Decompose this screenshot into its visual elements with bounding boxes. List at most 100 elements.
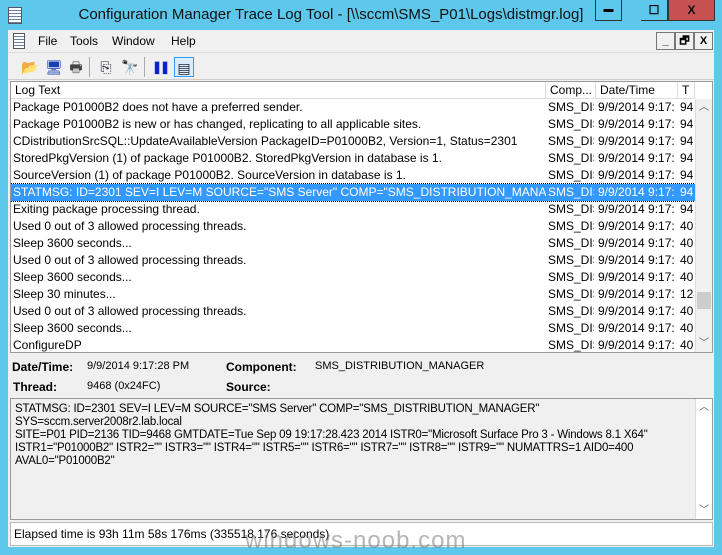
log-row[interactable]: Sleep 30 minutes... SMS_DIS 9/9/2014 9:17:… xyxy=(11,286,695,303)
log-row[interactable]: Exiting package processing thread. SMS_DI… xyxy=(11,201,695,218)
scroll-up-arrow[interactable]: ︿ xyxy=(696,99,712,116)
column-component[interactable]: Comp... xyxy=(546,82,596,99)
date-cell: 9/9/2014 9:17: xyxy=(598,100,675,114)
column-date-time[interactable]: Date/Time xyxy=(596,82,678,99)
open-folder-icon[interactable]: 📂 xyxy=(20,57,40,77)
date-cell: 9/9/2014 9:17: xyxy=(598,270,675,284)
component-cell: SMS_DIS xyxy=(548,236,594,250)
thread-cell: 402 xyxy=(680,321,694,335)
scroll-up-arrow[interactable]: ︿ xyxy=(696,399,712,416)
log-text-cell: Sleep 30 minutes... xyxy=(13,287,116,301)
date-cell: 9/9/2014 9:17: xyxy=(598,117,675,131)
date-cell: 9/9/2014 9:17: xyxy=(598,185,675,199)
log-text-cell: STATMSG: ID=2301 SEV=I LEV=M SOURCE="SMS… xyxy=(13,185,546,199)
date-cell: 9/9/2014 9:17: xyxy=(598,321,675,335)
thread-cell: 402 xyxy=(680,270,694,284)
log-text-cell: ConfigureDP xyxy=(13,338,82,352)
thread-cell: 946 xyxy=(680,117,694,131)
component-cell: SMS_DIS xyxy=(548,117,594,131)
date-cell: 9/9/2014 9:17: xyxy=(598,202,675,216)
log-text-cell: Sleep 3600 seconds... xyxy=(13,236,132,250)
log-row[interactable]: StoredPkgVersion (1) of package P01000B2… xyxy=(11,150,695,167)
log-row[interactable]: Used 0 out of 3 allowed processing threa… xyxy=(11,303,695,320)
component-cell: SMS_DIS xyxy=(548,202,594,216)
date-cell: 9/9/2014 9:17: xyxy=(598,287,675,301)
log-text-cell: Used 0 out of 3 allowed processing threa… xyxy=(13,219,247,233)
message-scrollbar[interactable]: ︿ ﹀ xyxy=(695,399,712,519)
pause-icon[interactable]: ❚❚ xyxy=(150,57,170,77)
maximize-button[interactable]: ☐ xyxy=(641,0,668,21)
thread-cell: 946 xyxy=(680,168,694,182)
list-scrollbar[interactable]: ︿ ﹀ xyxy=(695,99,712,352)
log-row[interactable]: CDistributionSrcSQL::UpdateAvailableVers… xyxy=(11,133,695,150)
date-cell: 9/9/2014 9:17: xyxy=(598,151,675,165)
thread-cell: 946 xyxy=(680,134,694,148)
column-log-text[interactable]: Log Text xyxy=(11,82,546,99)
date-cell: 9/9/2014 9:17: xyxy=(598,253,675,267)
scroll-thumb[interactable] xyxy=(697,292,711,309)
mdi-restore-button[interactable]: 🗗 xyxy=(675,32,694,50)
log-text-cell: Sleep 3600 seconds... xyxy=(13,321,132,335)
component-cell: SMS_DIS xyxy=(548,253,594,267)
message-text: STATMSG: ID=2301 SEV=I LEV=M SOURCE="SMS… xyxy=(15,403,648,467)
message-textbox[interactable]: STATMSG: ID=2301 SEV=I LEV=M SOURCE="SMS… xyxy=(10,398,713,520)
log-row[interactable]: Sleep 3600 seconds... SMS_DIS 9/9/2014 9:1… xyxy=(11,320,695,337)
thread-cell: 124 xyxy=(680,287,694,301)
thread-cell: 402 xyxy=(680,236,694,250)
log-text-cell: Used 0 out of 3 allowed processing threa… xyxy=(13,253,247,267)
component-cell: SMS_DIS xyxy=(548,100,594,114)
log-row[interactable]: ConfigureDP SMS_DIS 9/9/2014 9:17: 402 xyxy=(11,337,695,352)
scroll-down-arrow[interactable]: ﹀ xyxy=(696,335,712,352)
thread-value: 9468 (0x24FC) xyxy=(87,380,161,392)
date-cell: 9/9/2014 9:17: xyxy=(598,168,675,182)
log-row[interactable]: Package P01000B2 does not have a preferr… xyxy=(11,99,695,116)
log-row[interactable]: Sleep 3600 seconds... SMS_DIS 9/9/2014 9:1… xyxy=(11,235,695,252)
toolbar-separator xyxy=(144,57,145,77)
thread-cell: 402 xyxy=(680,304,694,318)
component-value: SMS_DISTRIBUTION_MANAGER xyxy=(315,360,485,372)
thread-cell: 946 xyxy=(680,185,694,199)
log-row[interactable]: SourceVersion (1) of package P01000B2. S… xyxy=(11,167,695,184)
mdi-close-button[interactable]: X xyxy=(694,32,713,50)
log-text-cell: CDistributionSrcSQL::UpdateAvailableVers… xyxy=(13,134,518,148)
component-cell: SMS_DIS xyxy=(548,219,594,233)
date-cell: 9/9/2014 9:17: xyxy=(598,134,675,148)
component-cell: SMS_DIS xyxy=(548,134,594,148)
thread-cell: 402 xyxy=(680,219,694,233)
log-text-cell: Exiting package processing thread. xyxy=(13,202,200,216)
column-thread[interactable]: T xyxy=(678,82,695,99)
computer-icon[interactable]: 🖥 xyxy=(44,57,64,77)
details-panel: Date/Time: 9/9/2014 9:17:28 PM Component… xyxy=(10,353,713,397)
copy-icon[interactable]: ⎘ xyxy=(96,57,116,77)
menu-bar: File Tools Window Help _ 🗗 X xyxy=(8,30,714,52)
mdi-minimize-button[interactable]: _ xyxy=(656,32,675,50)
menu-file[interactable]: File xyxy=(38,34,57,48)
thread-label: Thread: xyxy=(13,380,58,394)
title-bar: Configuration Manager Trace Log Tool - [… xyxy=(0,0,722,30)
log-row[interactable]: STATMSG: ID=2301 SEV=I LEV=M SOURCE="SMS… xyxy=(11,183,696,202)
date-cell: 9/9/2014 9:17: xyxy=(598,338,675,352)
component-cell: SMS_DIS xyxy=(548,338,594,352)
datetime-label: Date/Time: xyxy=(12,360,74,374)
log-row[interactable]: Used 0 out of 3 allowed processing threa… xyxy=(11,252,695,269)
close-button[interactable]: X xyxy=(668,0,715,21)
component-cell: SMS_DIS xyxy=(548,287,594,301)
log-row[interactable]: Used 0 out of 3 allowed processing threa… xyxy=(11,218,695,235)
component-cell: SMS_DIS xyxy=(548,151,594,165)
print-icon[interactable]: 🖶 xyxy=(66,57,86,77)
date-cell: 9/9/2014 9:17: xyxy=(598,304,675,318)
component-cell: SMS_DIS xyxy=(548,168,594,182)
log-view-icon[interactable]: ▤ xyxy=(174,57,194,77)
menu-help[interactable]: Help xyxy=(171,34,196,48)
scroll-down-arrow[interactable]: ﹀ xyxy=(696,502,712,519)
log-text-cell: StoredPkgVersion (1) of package P01000B2… xyxy=(13,151,442,165)
menu-tools[interactable]: Tools xyxy=(70,34,98,48)
date-cell: 9/9/2014 9:17: xyxy=(598,236,675,250)
thread-cell: 946 xyxy=(680,151,694,165)
log-list[interactable]: Log Text Comp... Date/Time T Package P01… xyxy=(10,81,713,353)
menu-window[interactable]: Window xyxy=(112,34,155,48)
binoculars-icon[interactable]: 🔭 xyxy=(120,57,140,77)
log-row[interactable]: Sleep 3600 seconds... SMS_DIS 9/9/2014 9:1… xyxy=(11,269,695,286)
log-row[interactable]: Package P01000B2 is new or has changed, … xyxy=(11,116,695,133)
minimize-button[interactable]: ▬ xyxy=(595,0,622,21)
